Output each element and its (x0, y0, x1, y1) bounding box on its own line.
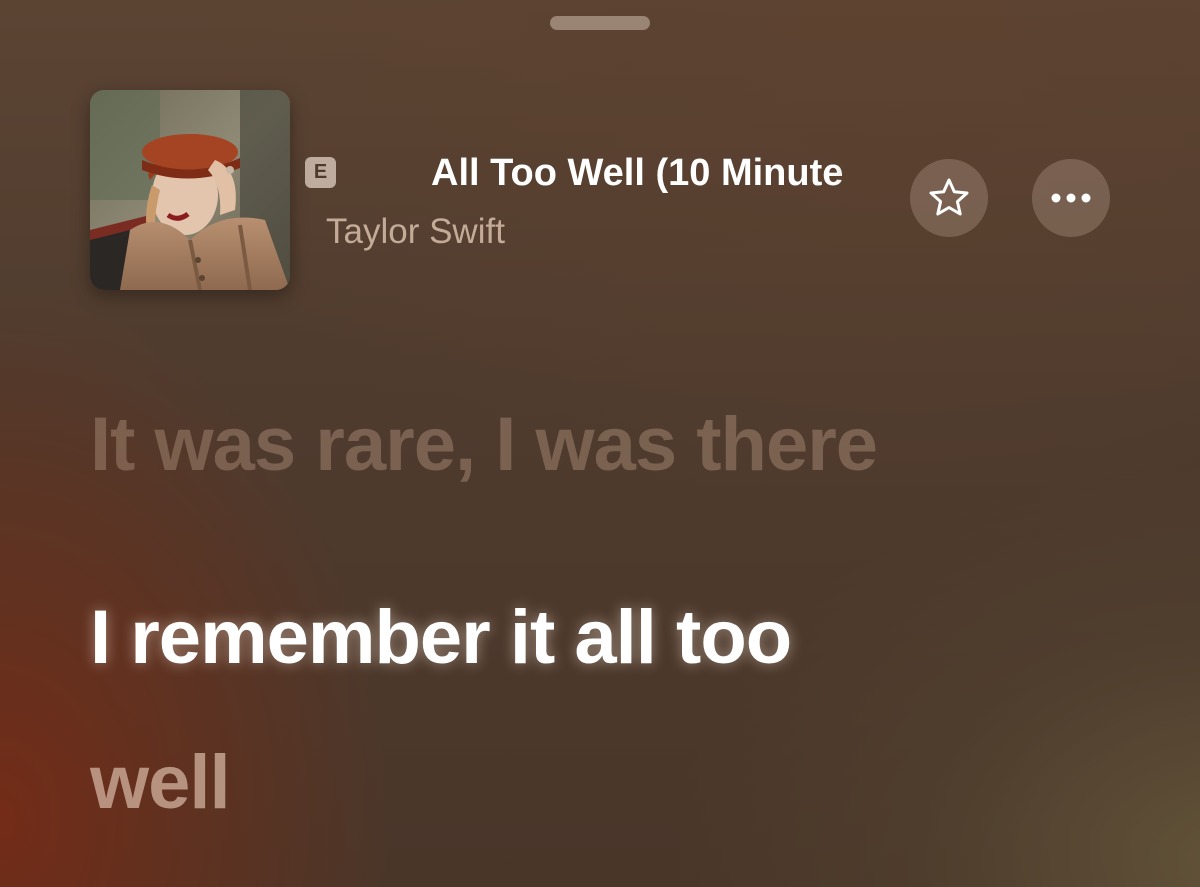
star-outline-icon (929, 178, 969, 216)
explicit-badge: E (305, 157, 336, 188)
artist-name[interactable]: Taylor Swift (326, 210, 505, 254)
album-artwork-image (90, 90, 290, 290)
album-artwork[interactable] (90, 90, 290, 290)
lyric-line-previous[interactable]: It was rare, I was there (90, 400, 878, 490)
song-title[interactable]: All Too Well (10 Minute (431, 148, 901, 198)
favorite-button[interactable] (910, 159, 988, 237)
ellipsis-icon (1051, 193, 1091, 203)
sheet-grabber-handle[interactable] (550, 16, 650, 30)
more-options-button[interactable] (1032, 159, 1110, 237)
lyric-line-current[interactable]: I remember it all too (90, 593, 792, 683)
lyric-line-next[interactable]: well (90, 738, 231, 828)
